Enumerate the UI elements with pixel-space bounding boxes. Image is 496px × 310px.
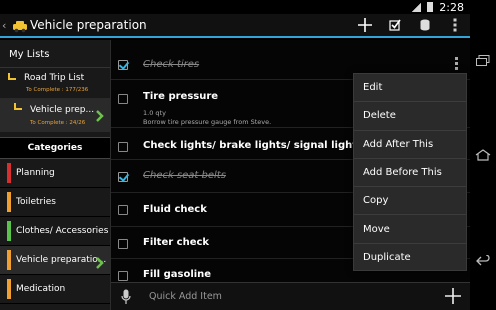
overflow-menu-button[interactable] [440,13,470,37]
list-name: Vehicle prep... [30,105,95,115]
add-item-button[interactable] [444,287,464,307]
category-name: Medication [16,284,66,294]
menu-item-duplicate[interactable]: Duplicate [354,244,466,272]
category-name: Planning [16,168,55,178]
item-text: Check tires [143,59,200,70]
my-lists-header: My Lists [0,40,110,68]
category-name: Vehicle preparatio... [16,255,107,265]
action-bar: ‹ Vehicle preparation [0,14,470,38]
menu-item-edit[interactable]: Edit [354,74,466,103]
item-note: Borrow tire pressure gauge from Steve. [143,118,272,126]
list-progress: To Complete : 177/236 [26,87,89,93]
back-chevron-icon[interactable]: ‹ [2,18,12,32]
category-medication[interactable]: Medication [0,275,110,304]
status-time: 2:28 [439,0,464,14]
chevron-right-icon [96,254,104,273]
quick-add-bar: Quick Add Item [111,282,470,310]
category-color-bar [7,221,11,241]
item-checkbox[interactable] [118,271,128,281]
category-clothes[interactable]: Clothes/ Accessories [0,217,110,246]
category-color-bar [7,279,11,299]
sidebar: My Lists Road Trip List To Complete : 17… [0,40,111,310]
category-color-bar [7,250,11,270]
category-toiletries[interactable]: Toiletries [0,188,110,217]
checkbox-icon [389,19,401,31]
battery-icon [427,2,434,12]
item-text: Check seat belts [143,170,226,181]
item-overflow-icon[interactable] [455,57,458,72]
item-text: Tire pressure [143,91,219,102]
item-text: Check lights/ brake lights/ signal light… [143,140,363,151]
microphone-icon[interactable] [121,289,135,305]
item-checkbox[interactable] [118,142,128,152]
list-icon [14,103,22,110]
chevron-right-icon [96,107,104,126]
list-icon [8,73,16,80]
add-icon [445,287,461,304]
category-vehicle-preparation[interactable]: Vehicle preparatio... [0,246,110,275]
category-name: Toiletries [16,197,56,207]
list-item-vehicle-prep[interactable]: Vehicle prep... To Complete : 24/26 [0,98,110,132]
category-planning[interactable]: Planning [0,159,110,188]
system-nav-bar [470,0,496,310]
list-name: Road Trip List [24,73,85,83]
list-item-road-trip[interactable]: Road Trip List To Complete : 177/236 [0,68,110,98]
car-icon[interactable] [12,18,28,33]
home-icon[interactable] [474,146,492,164]
back-icon[interactable] [474,252,492,270]
categories-header: Categories [0,137,110,159]
add-button[interactable] [350,13,380,37]
item-text: Fill gasoline [143,269,212,280]
item-checkbox[interactable] [118,60,128,70]
status-bar: 2:28 [0,0,470,14]
database-icon [420,19,430,31]
add-icon [358,18,372,32]
list-progress: To Complete : 24/26 [30,120,86,126]
app-frame: 2:28 ‹ Vehicle preparation My Lists Road… [0,0,496,310]
item-checkbox[interactable] [118,172,128,182]
item-checkbox[interactable] [118,94,128,104]
item-quantity: 1.0 qty [143,109,166,117]
check-all-button[interactable] [380,13,410,37]
quick-add-input[interactable]: Quick Add Item [149,291,444,302]
item-checkbox[interactable] [118,239,128,249]
menu-item-add-before[interactable]: Add Before This [354,159,466,188]
menu-item-delete[interactable]: Delete [354,102,466,131]
wifi-icon [411,2,422,12]
item-checkbox[interactable] [118,205,128,215]
category-color-bar [7,163,11,183]
recent-apps-icon[interactable] [474,52,492,70]
menu-item-add-after[interactable]: Add After This [354,131,466,159]
overflow-icon [453,18,457,32]
category-color-bar [7,192,11,212]
menu-item-move[interactable]: Move [354,215,466,244]
context-menu: Edit Delete Add After This Add Before Th… [353,73,467,271]
category-name: Clothes/ Accessories [16,226,109,236]
page-title: Vehicle preparation [30,18,147,32]
item-text: Filter check [143,237,210,248]
database-button[interactable] [410,13,440,37]
menu-item-copy[interactable]: Copy [354,187,466,216]
item-text: Fluid check [143,204,207,215]
